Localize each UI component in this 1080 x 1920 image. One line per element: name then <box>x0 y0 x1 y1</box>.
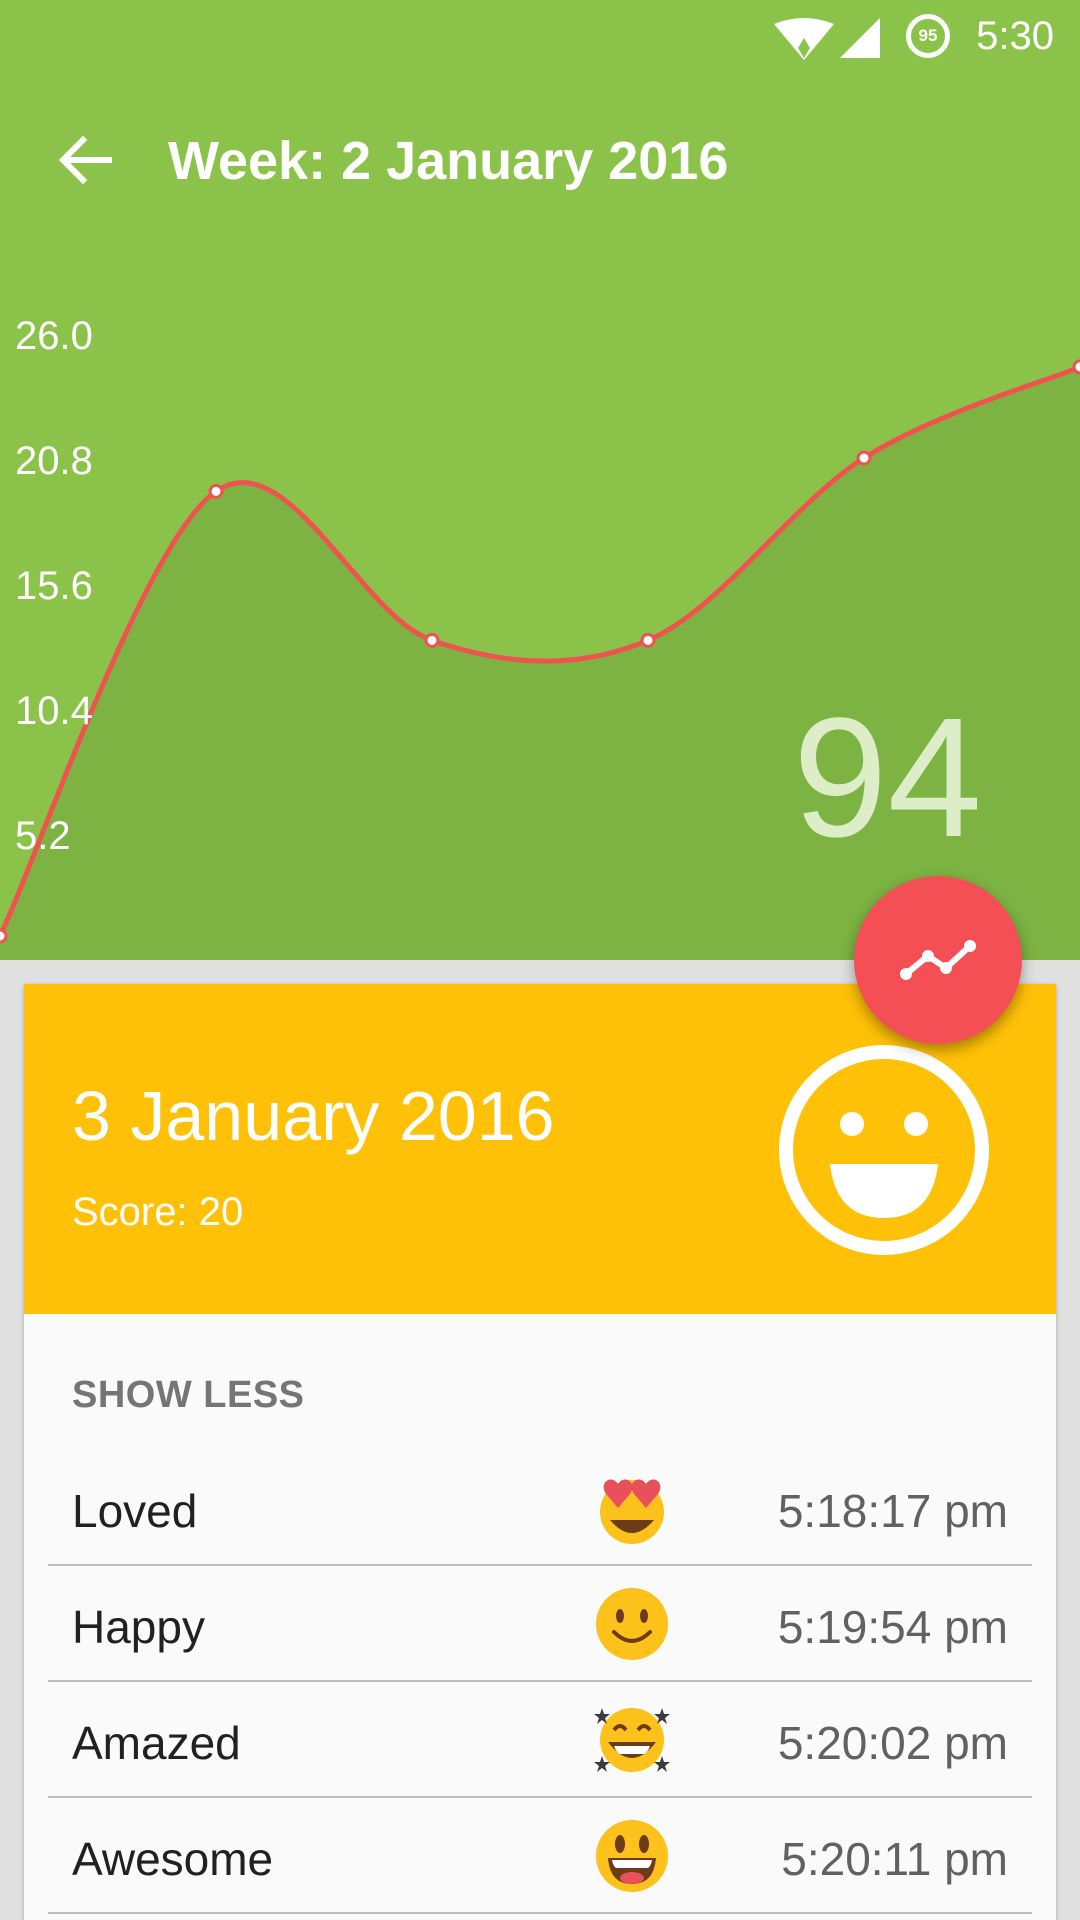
weekly-chart-header: 95 5:30 Week: 2 January 2016 26.0 20.8 15.… <box>0 0 1080 960</box>
chart-point <box>856 450 872 466</box>
trending-chart-icon <box>900 940 976 980</box>
day-card: 3 January 2016 Score: 20 SHOW LESS Loved… <box>24 984 1056 1920</box>
chart-point <box>208 483 224 499</box>
clock: 5:30 <box>976 14 1054 58</box>
back-button[interactable] <box>40 120 130 200</box>
y-tick-label: 15.6 <box>15 564 93 608</box>
grinning-tongue-emoji-icon <box>596 1820 668 1892</box>
list-item[interactable]: Awesome 5:20:11 pm <box>48 1798 1032 1914</box>
weekly-score: 94 <box>792 683 982 873</box>
chart-point <box>1072 359 1080 375</box>
chart-point <box>640 632 656 648</box>
chart-point <box>424 632 440 648</box>
mood-entries-list: Loved 5:18:17 pm Happy 5:19:54 pm Amazed… <box>48 1450 1032 1914</box>
smiley-face-icon <box>779 1045 989 1255</box>
battery-level: 95 <box>918 26 938 45</box>
entry-time: 5:19:54 pm <box>777 1601 1008 1653</box>
heart-eyes-emoji-icon <box>600 1479 664 1544</box>
toolbar: Week: 2 January 2016 <box>0 100 1080 220</box>
day-date: 3 January 2016 <box>72 1077 555 1155</box>
entry-mood: Happy <box>72 1601 205 1653</box>
page-title: Week: 2 January 2016 <box>168 131 729 191</box>
list-item[interactable]: Loved 5:18:17 pm <box>48 1450 1032 1566</box>
app-screen: 95 5:30 Week: 2 January 2016 26.0 20.8 15.… <box>0 0 1080 1920</box>
cell-signal-icon <box>840 18 880 58</box>
list-item[interactable]: Amazed 5:20:02 pm <box>48 1682 1032 1798</box>
chart-point <box>0 928 8 944</box>
y-tick-label: 5.2 <box>15 814 71 858</box>
y-tick-label: 20.8 <box>15 439 93 483</box>
chart-fab-button[interactable] <box>854 876 1022 1044</box>
entry-mood: Amazed <box>72 1717 241 1769</box>
entry-time: 5:20:11 pm <box>781 1833 1008 1885</box>
star-struck-emoji-icon <box>594 1708 670 1772</box>
entry-time: 5:18:17 pm <box>777 1485 1008 1537</box>
status-bar: 95 5:30 <box>0 0 1080 78</box>
wifi-icon <box>774 18 834 60</box>
slight-smile-emoji-icon <box>596 1588 668 1660</box>
arrow-back-icon <box>58 136 112 184</box>
entry-mood: Awesome <box>72 1833 274 1885</box>
day-score: Score: 20 <box>72 1190 244 1234</box>
entry-mood: Loved <box>72 1485 198 1537</box>
show-less-button[interactable]: SHOW LESS <box>72 1374 305 1417</box>
entry-time: 5:20:02 pm <box>777 1717 1008 1769</box>
y-tick-label: 10.4 <box>15 689 93 733</box>
list-item[interactable]: Happy 5:19:54 pm <box>48 1566 1032 1682</box>
y-tick-label: 26.0 <box>15 314 93 358</box>
battery-icon: 95 <box>906 14 950 58</box>
